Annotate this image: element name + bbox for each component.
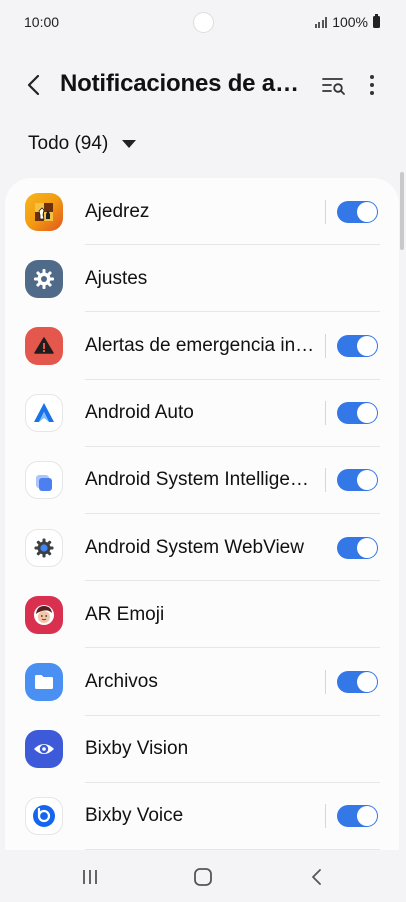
notification-toggle[interactable]	[337, 334, 378, 357]
list-search-icon	[322, 78, 345, 95]
app-name: Archivos	[85, 670, 158, 692]
app-row-archivos[interactable]: Archivos	[5, 648, 399, 716]
notification-toggle[interactable]	[337, 805, 378, 828]
app-row-bixby-vision[interactable]: Bixby Vision	[5, 716, 399, 783]
more-vertical-icon	[370, 75, 374, 95]
back-button[interactable]	[20, 71, 48, 99]
notification-toggle[interactable]	[337, 536, 378, 559]
app-row-bixby-voice[interactable]: Bixby Voice	[5, 783, 399, 850]
caret-down-icon	[122, 140, 137, 148]
separator	[325, 669, 326, 694]
system-intelligence-app-icon	[25, 461, 63, 500]
chess-app-icon	[25, 192, 63, 231]
separator	[325, 199, 326, 224]
app-name: Android System WebView	[85, 536, 304, 558]
app-name: Ajustes	[85, 267, 148, 289]
bixby-vision-app-icon	[25, 730, 63, 769]
nav-back-icon	[312, 869, 321, 885]
signal-icon	[314, 16, 328, 28]
page-title: Notificaciones de aplicaciones	[60, 70, 312, 97]
notification-toggle[interactable]	[337, 469, 378, 492]
app-row-alertas[interactable]: Alertas de emergencia inalámbricas	[5, 312, 399, 380]
app-row-system-intelligence[interactable]: Android System Intelligence	[5, 447, 399, 514]
app-row-ajedrez[interactable]: Ajedrez	[5, 178, 399, 246]
more-options-button[interactable]	[358, 71, 386, 99]
separator	[325, 401, 326, 426]
scrollbar[interactable]	[400, 172, 404, 250]
notification-toggle[interactable]	[337, 200, 378, 223]
navigation-bar	[0, 850, 406, 902]
battery-level: 100%	[332, 14, 368, 30]
app-row-android-auto[interactable]: Android Auto	[5, 380, 399, 447]
filter-dropdown[interactable]: Todo (94)	[28, 133, 137, 155]
emergency-alerts-app-icon	[25, 326, 63, 365]
nav-back-button[interactable]	[304, 864, 330, 890]
separator	[325, 468, 326, 493]
home-icon	[194, 868, 212, 886]
search-button[interactable]	[320, 71, 348, 99]
notification-toggle[interactable]	[337, 402, 378, 425]
recent-apps-icon	[83, 870, 97, 884]
settings-app-icon	[25, 259, 63, 298]
app-name: Bixby Vision	[85, 738, 189, 760]
camera-cutout	[193, 12, 214, 33]
separator	[325, 804, 326, 829]
app-bar: Notificaciones de aplicaciones	[0, 58, 406, 112]
app-name: Ajedrez	[85, 200, 150, 222]
app-row-ar-emoji[interactable]: AR Emoji	[5, 581, 399, 649]
app-row-webview[interactable]: Android System WebView	[5, 514, 399, 582]
android-auto-app-icon	[25, 394, 63, 433]
filter-label: Todo (94)	[28, 133, 109, 154]
separator	[325, 333, 326, 358]
notification-toggle[interactable]	[337, 670, 378, 693]
files-app-icon	[25, 662, 63, 701]
app-name: Bixby Voice	[85, 805, 184, 827]
battery-icon	[373, 14, 380, 28]
recent-apps-button[interactable]	[77, 864, 103, 890]
bixby-voice-app-icon	[25, 797, 63, 836]
app-name: Android System Intelligence	[85, 469, 317, 491]
ar-emoji-app-icon	[25, 595, 63, 634]
app-row-ajustes[interactable]: Ajustes	[5, 245, 399, 313]
status-indicators: 100%	[314, 14, 380, 30]
app-name: Android Auto	[85, 402, 194, 424]
app-name: Alertas de emergencia inalámbricas	[85, 334, 317, 356]
app-list: Ajedrez Ajustes Alertas de emergencia in…	[5, 178, 399, 850]
app-name: AR Emoji	[85, 603, 165, 625]
home-button[interactable]	[190, 864, 216, 890]
back-arrow-icon	[27, 74, 40, 96]
status-time: 10:00	[24, 14, 60, 30]
webview-app-icon	[25, 528, 63, 567]
